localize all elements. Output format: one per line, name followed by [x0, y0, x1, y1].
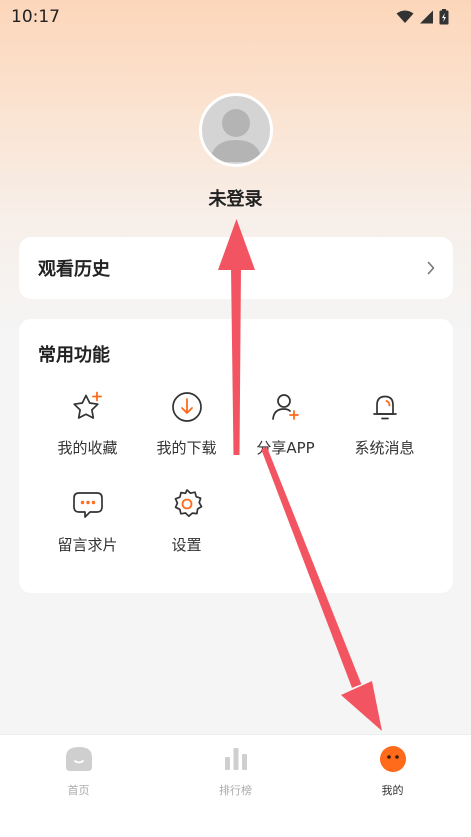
- feature-favorites[interactable]: 我的收藏: [38, 386, 137, 483]
- feature-system-messages-label: 系统消息: [354, 439, 415, 457]
- user-plus-icon: [271, 394, 299, 420]
- bell-icon: [372, 395, 397, 420]
- mine-icon: [379, 746, 406, 772]
- home-icon: [65, 747, 92, 771]
- tab-mine[interactable]: 我的: [314, 735, 471, 837]
- bottom-tab-bar: 首页 排行榜 我的: [0, 734, 471, 837]
- status-bar: 10:17: [0, 0, 471, 34]
- default-avatar-icon: [209, 109, 262, 162]
- avatar[interactable]: [198, 93, 273, 167]
- tab-ranking[interactable]: 排行榜: [157, 735, 314, 837]
- chevron-right-icon: [427, 261, 435, 275]
- status-time: 10:17: [11, 7, 60, 27]
- common-features-card: 常用功能 我的收藏 我的下载 分享APP 系统消息 留言求片 设置: [19, 319, 453, 593]
- feature-system-messages[interactable]: 系统消息: [335, 386, 434, 483]
- tab-home[interactable]: 首页: [0, 735, 157, 837]
- status-icons: [396, 9, 449, 25]
- star-plus-icon: [72, 391, 102, 419]
- tab-home-label: 首页: [67, 784, 90, 797]
- feature-settings-label: 设置: [171, 536, 202, 554]
- feature-downloads[interactable]: 我的下载: [137, 386, 236, 483]
- profile-section: 未登录: [0, 93, 471, 211]
- tab-mine-label: 我的: [381, 784, 404, 797]
- tab-ranking-label: 排行榜: [219, 784, 252, 797]
- feature-request-movie[interactable]: 留言求片: [38, 483, 137, 580]
- login-status-label[interactable]: 未登录: [209, 185, 263, 211]
- watch-history-row[interactable]: 观看历史: [19, 237, 453, 299]
- message-icon: [72, 492, 103, 518]
- ranking-icon: [224, 748, 247, 770]
- feature-share-app-label: 分享APP: [256, 439, 315, 457]
- feature-downloads-label: 我的下载: [156, 439, 217, 457]
- feature-settings[interactable]: 设置: [137, 483, 236, 580]
- feature-share-app[interactable]: 分享APP: [236, 386, 335, 483]
- signal-icon: [420, 10, 433, 24]
- download-icon: [171, 392, 202, 422]
- watch-history-label: 观看历史: [38, 259, 110, 280]
- gear-icon: [174, 489, 202, 518]
- features-grid: 我的收藏 我的下载 分享APP 系统消息 留言求片 设置: [38, 386, 434, 580]
- feature-favorites-label: 我的收藏: [57, 439, 118, 457]
- wifi-icon: [396, 10, 414, 23]
- features-title: 常用功能: [38, 345, 110, 366]
- battery-icon: [439, 9, 449, 25]
- feature-request-movie-label: 留言求片: [57, 536, 118, 554]
